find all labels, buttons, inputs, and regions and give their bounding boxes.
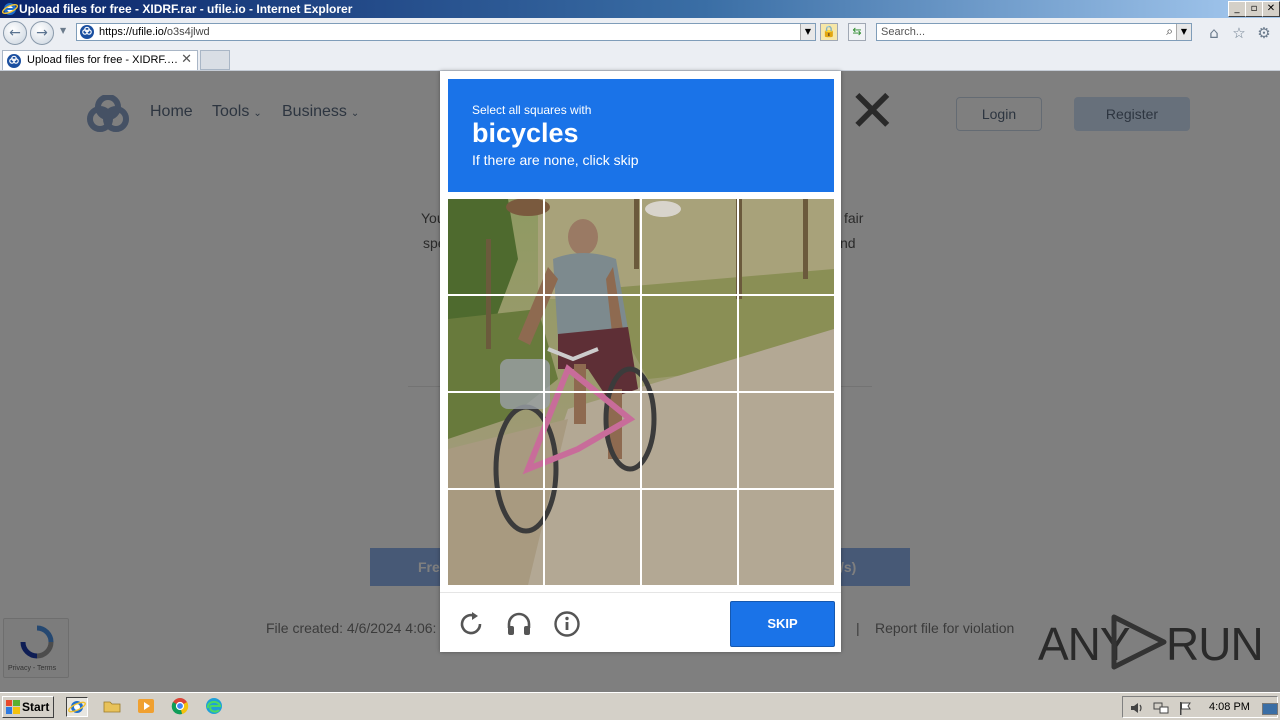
chrome-icon[interactable] xyxy=(170,697,192,717)
captcha-tile[interactable] xyxy=(642,393,738,489)
media-player-icon[interactable] xyxy=(136,697,158,717)
new-tab-button[interactable] xyxy=(200,50,230,70)
url-host: https://ufile.io/ xyxy=(99,26,167,38)
captcha-challenge: Select all squares with bicycles If ther… xyxy=(440,71,841,652)
info-icon[interactable] xyxy=(552,609,582,639)
network-icon[interactable] xyxy=(1153,700,1169,716)
captcha-header: Select all squares with bicycles If ther… xyxy=(448,79,834,192)
speaker-icon[interactable] xyxy=(1129,700,1145,716)
action-center-flag-icon[interactable] xyxy=(1177,700,1193,716)
forward-button[interactable]: → xyxy=(30,21,54,45)
gear-icon[interactable]: ⚙ xyxy=(1255,24,1273,42)
home-icon[interactable]: ⌂ xyxy=(1205,24,1223,42)
address-field[interactable]: https://ufile.io/o3s4jlwd ▼ xyxy=(76,23,816,41)
tab-upload-files[interactable]: Upload files for free - XIDRF.… ✕ xyxy=(2,50,198,70)
search-icon[interactable]: ⌕ xyxy=(1166,24,1173,39)
search-field[interactable]: Search... ⌕ ▼ xyxy=(876,23,1192,41)
show-desktop-button[interactable] xyxy=(1262,703,1278,715)
restore-button[interactable]: ▫ xyxy=(1245,1,1263,17)
tab-label: Upload files for free - XIDRF.… xyxy=(27,54,178,66)
windows-flag-icon xyxy=(6,700,20,714)
captcha-tile[interactable] xyxy=(545,296,641,392)
captcha-skip-hint: If there are none, click skip xyxy=(472,152,639,168)
clock: 4:08 PM xyxy=(1209,701,1250,713)
refresh-compat-icon[interactable]: ⇆ xyxy=(848,23,866,41)
minimize-button[interactable]: _ xyxy=(1228,1,1246,17)
internet-explorer-icon xyxy=(2,3,18,15)
headphones-icon[interactable] xyxy=(504,609,534,639)
captcha-tile[interactable] xyxy=(739,393,835,489)
edge-icon[interactable] xyxy=(204,697,226,717)
captcha-tile[interactable] xyxy=(448,199,544,295)
captcha-tile[interactable] xyxy=(739,199,835,295)
ufile-favicon-icon xyxy=(7,54,21,68)
window-title: Upload files for free - XIDRF.rar - ufil… xyxy=(19,2,353,16)
address-row: ← → ▼ https://ufile.io/o3s4jlwd ▼ 🔒 ⇆ Se… xyxy=(0,18,1280,48)
ufile-favicon-icon xyxy=(80,25,94,39)
lock-icon[interactable]: 🔒 xyxy=(820,23,838,41)
recent-pages-dropdown-icon[interactable]: ▼ xyxy=(60,26,66,35)
captcha-footer: SKIP xyxy=(440,592,841,653)
tab-row: Upload files for free - XIDRF.… ✕ xyxy=(0,48,1280,71)
tab-close-icon[interactable]: ✕ xyxy=(181,52,192,67)
back-button[interactable]: ← xyxy=(3,21,27,45)
captcha-tile[interactable] xyxy=(448,393,544,489)
captcha-image-grid xyxy=(448,199,834,585)
captcha-tile[interactable] xyxy=(545,199,641,295)
captcha-instruction: Select all squares with xyxy=(472,103,592,117)
search-dropdown-icon[interactable]: ▼ xyxy=(1176,24,1191,40)
reload-icon[interactable] xyxy=(456,609,486,639)
captcha-tile[interactable] xyxy=(642,199,738,295)
captcha-tile[interactable] xyxy=(642,296,738,392)
captcha-tile[interactable] xyxy=(739,490,835,586)
start-label: Start xyxy=(22,700,50,714)
captcha-tile[interactable] xyxy=(545,393,641,489)
taskbar: Start 4:08 PM xyxy=(0,692,1280,720)
start-button[interactable]: Start xyxy=(2,696,54,718)
captcha-tile[interactable] xyxy=(448,296,544,392)
url-path: o3s4jlwd xyxy=(166,26,210,38)
captcha-tile[interactable] xyxy=(545,490,641,586)
captcha-tile[interactable] xyxy=(448,490,544,586)
captcha-target: bicycles xyxy=(472,118,579,148)
close-window-button[interactable]: ✕ xyxy=(1262,1,1280,17)
internet-explorer-taskbar-icon[interactable] xyxy=(66,697,88,717)
captcha-tile[interactable] xyxy=(739,296,835,392)
file-explorer-icon[interactable] xyxy=(102,697,124,717)
search-placeholder: Search... xyxy=(881,26,926,38)
favorites-star-icon[interactable]: ☆ xyxy=(1230,24,1248,42)
system-tray: 4:08 PM xyxy=(1122,696,1278,718)
skip-button[interactable]: SKIP xyxy=(730,601,835,647)
captcha-tile[interactable] xyxy=(642,490,738,586)
address-dropdown-icon[interactable]: ▼ xyxy=(800,24,815,40)
window-titlebar: Upload files for free - XIDRF.rar - ufil… xyxy=(0,0,1280,18)
address-url: https://ufile.io/o3s4jlwd xyxy=(99,26,210,38)
